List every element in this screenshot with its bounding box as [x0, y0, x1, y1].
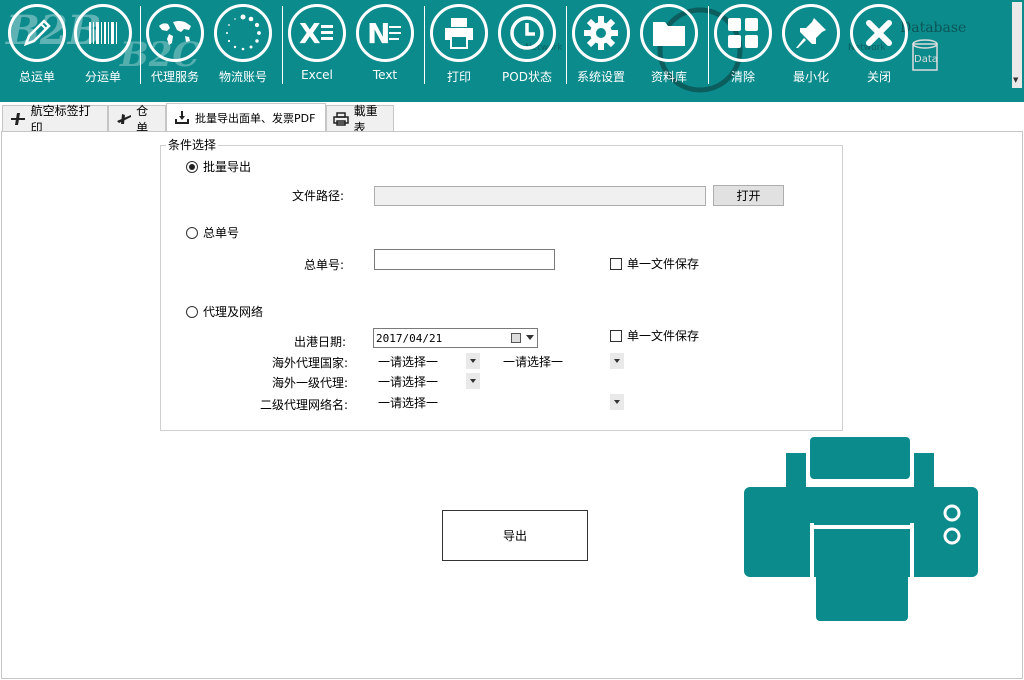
- dropdown-arrow-icon: [466, 373, 480, 389]
- tab-batch-export-pdf[interactable]: 批量导出面单、发票PDF: [166, 103, 326, 131]
- second-level-network-select[interactable]: 一请选择一: [374, 393, 624, 411]
- toolbar-button-library[interactable]: 资料库: [636, 4, 702, 88]
- clock-icon: [498, 4, 556, 62]
- overseas-country-select-2[interactable]: 一请选择一: [499, 352, 624, 370]
- tab-strip: 航空标签打印 仓单 批量导出面单、发票PDF 載重表: [0, 103, 1024, 135]
- first-level-agent-select[interactable]: 一请选择一: [374, 372, 480, 390]
- dropdown-arrow-icon: [610, 353, 624, 369]
- gear-icon: [572, 4, 630, 62]
- overseas-country-select[interactable]: 一请选择一: [374, 352, 480, 370]
- select-value: 一请选择一: [503, 355, 564, 369]
- dropdown-arrow-icon: [526, 335, 534, 340]
- group-title: 条件选择: [166, 136, 219, 153]
- toolbar-button-agent-service[interactable]: 代理服务: [142, 4, 208, 88]
- tab-air-label-print[interactable]: 航空标签打印: [2, 104, 108, 135]
- printer-icon: [430, 4, 488, 62]
- departure-date-label: 出港日期:: [293, 335, 346, 349]
- radio-batch-export[interactable]: 批量导出: [186, 158, 251, 175]
- checkbox-indicator: [610, 257, 622, 270]
- tab-warehouse[interactable]: 仓单: [108, 104, 166, 135]
- pencil-icon: [8, 4, 66, 62]
- select-value: 一请选择一: [378, 375, 439, 389]
- printer-illustration-icon: [744, 437, 978, 621]
- radio-indicator: [186, 305, 198, 318]
- toolbar-button-sub-waybill[interactable]: 分运单: [70, 4, 136, 88]
- select-value: 一请选择一: [378, 355, 439, 369]
- toolbar-button-pod-status[interactable]: POD状态: [494, 4, 560, 88]
- second-level-network-label: 二级代理网络名:: [259, 398, 348, 412]
- overseas-country-label: 海外代理国家:: [271, 356, 348, 370]
- main-toolbar: B2B B2C Network Network Database Data 总运…: [0, 0, 1024, 102]
- barcode-icon: [74, 4, 132, 62]
- tab-label: 批量导出面单、发票PDF: [195, 111, 316, 125]
- single-file-checkbox-master[interactable]: 单一文件保存: [610, 255, 699, 272]
- watermark-data: Data: [914, 54, 938, 65]
- toolbar-button-excel[interactable]: X Excel: [284, 4, 350, 88]
- departure-date-picker[interactable]: 2017/04/21: [373, 328, 538, 348]
- toolbar-button-minimize[interactable]: 最小化: [778, 4, 844, 88]
- radio-indicator: [186, 160, 198, 173]
- dropdown-arrow-icon: [610, 394, 624, 410]
- plane-icon: [9, 111, 27, 127]
- globe-icon: [146, 4, 204, 62]
- radio-master-number[interactable]: 总单号: [186, 224, 239, 241]
- radio-indicator: [186, 226, 198, 239]
- pin-icon: [782, 4, 840, 62]
- radio-agent-network[interactable]: 代理及网络: [186, 303, 263, 320]
- master-number-input[interactable]: [374, 249, 555, 270]
- toolbar-button-settings[interactable]: 系统设置: [568, 4, 634, 88]
- svg-text:X: X: [299, 17, 321, 50]
- checkbox-label: 单一文件保存: [627, 329, 700, 343]
- radio-label: 总单号: [203, 226, 240, 240]
- radio-label: 批量导出: [203, 160, 252, 174]
- file-path-label: 文件路径:: [291, 189, 344, 203]
- first-level-agent-label: 海外一级代理:: [271, 376, 348, 390]
- plane-icon: [115, 111, 132, 127]
- toolbar-button-print[interactable]: 打印: [426, 4, 492, 88]
- dots-circle-icon: [214, 4, 272, 62]
- toolbar-button-logistics-account[interactable]: 物流账号: [210, 4, 276, 88]
- scroll-down-arrow-icon[interactable]: ▼: [1013, 76, 1021, 84]
- date-value: 2017/04/21: [376, 331, 443, 345]
- open-button[interactable]: 打开: [713, 185, 784, 206]
- folder-icon: [640, 4, 698, 62]
- checkbox-indicator: [610, 329, 622, 342]
- checkbox-label: 单一文件保存: [627, 257, 700, 271]
- svg-text:N: N: [367, 17, 390, 50]
- select-value: 一请选择一: [378, 396, 439, 410]
- single-file-checkbox-agent[interactable]: 单一文件保存: [610, 327, 699, 344]
- excel-icon: X: [288, 4, 346, 62]
- download-tray-icon: [173, 110, 191, 126]
- toolbar-button-close[interactable]: 关闭: [846, 4, 912, 88]
- radio-label: 代理及网络: [203, 305, 264, 319]
- x-icon: [850, 4, 908, 62]
- grid-icon: [714, 4, 772, 62]
- toolbar-button-clear[interactable]: 清除: [710, 4, 776, 88]
- onenote-icon: N: [356, 4, 414, 62]
- file-path-input[interactable]: [374, 186, 706, 206]
- dropdown-arrow-icon: [466, 353, 480, 369]
- calendar-icon: [511, 333, 521, 343]
- toolbar-button-text[interactable]: N Text: [352, 4, 418, 88]
- printer-small-icon: [333, 111, 350, 127]
- tab-load-sheet[interactable]: 載重表: [326, 104, 394, 135]
- toolbar-label: 关闭: [866, 70, 891, 84]
- export-button[interactable]: 导出: [442, 510, 588, 561]
- master-number-label: 总单号:: [303, 258, 344, 272]
